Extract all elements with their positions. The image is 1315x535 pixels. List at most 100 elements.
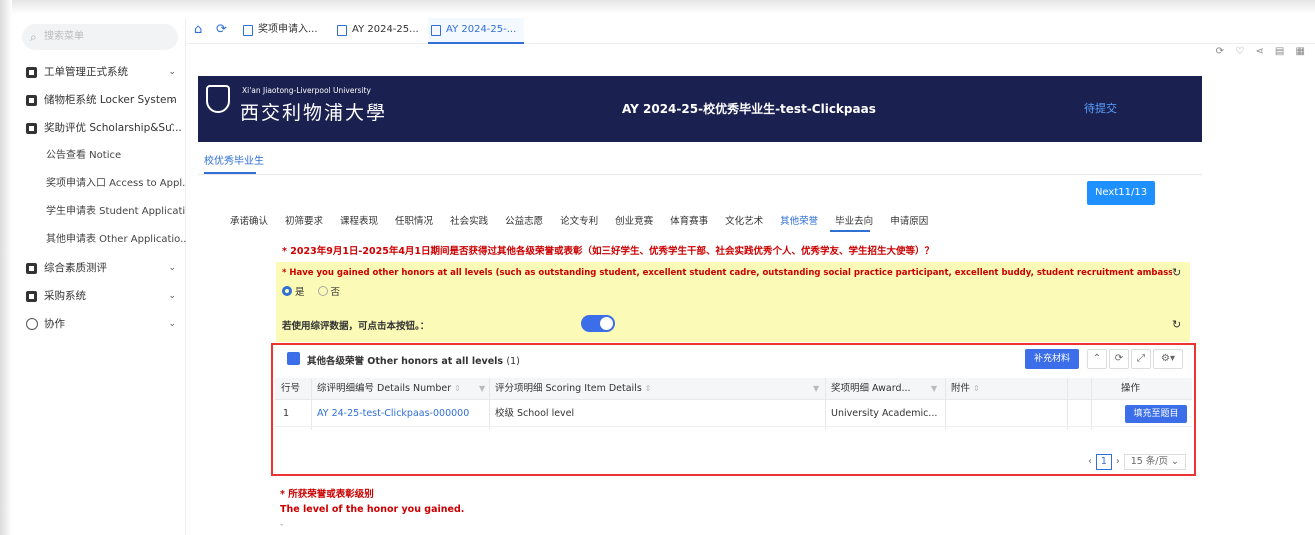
sort-icon[interactable]: ⇕: [454, 384, 461, 393]
sidebar-item-collaboration[interactable]: 协作 ⌄: [14, 310, 186, 338]
sidebar: ⌕ 搜索菜单 工单管理正式系统 ⌄ 储物柜系统 Locker System ⌄ 奖助…: [14, 18, 186, 535]
col-label: 综评明细编号 Details Number: [317, 383, 452, 394]
radio-no-label: 否: [330, 287, 341, 298]
search-icon: ⌕: [30, 30, 37, 44]
step-item[interactable]: 社会实践: [450, 216, 488, 227]
sidebar-item-procurement[interactable]: 采购系统 ⌄: [14, 282, 186, 310]
status-badge: 待提交: [1084, 102, 1117, 115]
step-item[interactable]: 初筛要求: [285, 216, 323, 227]
page-size-select[interactable]: 15 条/页 ⌄: [1123, 454, 1186, 470]
fill-to-question-button[interactable]: 填充至题目: [1125, 405, 1187, 423]
col-award[interactable]: 奖项明细 Award... ▼: [831, 378, 943, 400]
step-item[interactable]: 任职情况: [395, 216, 433, 227]
col-scoring-item[interactable]: 评分项明细 Scoring Item Details ⇕ ▼: [495, 378, 825, 400]
filter-icon[interactable]: ▼: [479, 378, 485, 400]
next-page-icon[interactable]: ›: [1116, 456, 1120, 467]
refresh-icon[interactable]: ↻: [1172, 266, 1181, 279]
col-label: 附件: [951, 383, 971, 394]
honors-table-panel: 其他各级荣誉 Other honors at all levels (1) 补充…: [271, 343, 1196, 476]
radio-unchecked-icon: [317, 286, 328, 296]
collaboration-icon: [26, 318, 38, 330]
divider: [198, 174, 1202, 175]
sort-icon[interactable]: ⇕: [973, 384, 980, 393]
app-icon: [26, 123, 37, 134]
sidebar-item-label: 采购系统: [44, 290, 86, 302]
radio-yes-label: 是: [295, 287, 305, 298]
step-item[interactable]: 毕业去向: [835, 216, 873, 227]
active-step-indicator: [830, 230, 870, 232]
chevron-up-icon: ⌃: [168, 123, 176, 133]
sort-icon[interactable]: ⇕: [645, 384, 652, 393]
step-item[interactable]: 创业竞赛: [615, 216, 653, 227]
window-tools[interactable]: ⟳ ♡ ⋖ ▤ ▦: [1216, 46, 1309, 57]
tab-outstanding-graduate[interactable]: 校优秀毕业生: [204, 152, 264, 167]
use-evaluation-hint: 若使用综评数据，可点击本按钮。：: [282, 321, 430, 332]
step-item[interactable]: 公益志愿: [505, 216, 543, 227]
refresh-icon[interactable]: ⟳: [1109, 349, 1129, 369]
tab-label: AY 2024-25...: [352, 24, 419, 35]
sidebar-subitem-notice[interactable]: 公告查看 Notice: [14, 142, 186, 170]
panel-title: 其他各级荣誉 Other honors at all levels (1): [307, 353, 520, 367]
sidebar-subitem-other-application[interactable]: 其他申请表 Other Applicatio...: [14, 226, 186, 254]
refresh-icon[interactable]: ⟳: [216, 22, 227, 37]
pagination: ‹ 1 › 15 条/页 ⌄: [1088, 454, 1186, 470]
prev-page-icon[interactable]: ‹: [1088, 456, 1092, 467]
chevron-down-icon: ⌄: [168, 67, 176, 77]
chevron-up-icon[interactable]: ⌃: [1087, 349, 1107, 369]
sidebar-item-label: 协作: [44, 318, 65, 330]
fullscreen-icon[interactable]: ⤢: [1131, 349, 1151, 369]
table-header: 行号 综评明细编号 Details Number ⇕ ▼ 评分项明细 Scoring…: [275, 378, 1192, 400]
document-icon: [337, 25, 347, 36]
step-item[interactable]: 论文专利: [560, 216, 598, 227]
step-item[interactable]: 承诺确认: [230, 216, 268, 227]
app-icon: [26, 95, 37, 106]
sidebar-item-evaluation[interactable]: 综合素质测评 ⌄: [14, 254, 186, 282]
menu-search-placeholder: 搜索菜单: [44, 31, 84, 42]
tab-award-entry[interactable]: 奖项申请入...: [240, 18, 318, 44]
filter-icon[interactable]: ▼: [931, 378, 937, 400]
cell-details-number-link[interactable]: AY 24-25-test-Clickpaas-000000: [317, 401, 469, 427]
sidebar-item-scholarship[interactable]: 奖助评优 Scholarship&Su... ⌃: [14, 114, 186, 142]
form-title: AY 2024-25-校优秀毕业生-test-Clickpaas: [622, 102, 876, 116]
menu-search-input[interactable]: ⌕ 搜索菜单: [22, 24, 178, 50]
app-icon: [26, 291, 37, 302]
sidebar-item-locker-system[interactable]: 储物柜系统 Locker System ⌄: [14, 86, 186, 114]
step-item[interactable]: 课程表现: [340, 216, 378, 227]
question-title-cn: * 2023年9月1日-2025年4月1日期间是否获得过其他各级荣誉或表彰（如三…: [282, 246, 935, 257]
col-details-number[interactable]: 综评明细编号 Details Number ⇕ ▼: [317, 378, 487, 400]
chevron-down-icon: ⌄: [168, 291, 176, 301]
sidebar-item-label: 工单管理正式系统: [44, 66, 128, 78]
col-row-number: 行号: [281, 383, 301, 394]
filter-icon[interactable]: ▼: [813, 378, 819, 400]
sidebar-item-ticket-system[interactable]: 工单管理正式系统 ⌄: [14, 58, 186, 86]
tab-ay-2[interactable]: AY 2024-25-...: [428, 18, 524, 44]
settings-icon[interactable]: ⚙▾: [1153, 349, 1183, 369]
cell-row-number: 1: [283, 408, 290, 419]
question-block: * Have you gained other honors at all le…: [276, 262, 1190, 342]
step-item-active[interactable]: 其他荣誉: [780, 216, 818, 227]
sidebar-subitem-student-application[interactable]: 学生申请表 Student Applicati...: [14, 198, 186, 226]
radio-yes[interactable]: 是: [282, 286, 305, 298]
next-button[interactable]: Next11/13: [1087, 181, 1155, 205]
step-item[interactable]: 申请原因: [890, 216, 928, 227]
sidebar-subitem-award-access[interactable]: 奖项申请入口 Access to Appl...: [14, 170, 186, 198]
cell-scoring-item: 校级 School level: [495, 408, 575, 419]
step-nav: 承诺确认 初筛要求 课程表现 任职情况 社会实践 公益志愿 论文专利 创业竞赛 体育赛事 文化艺术…: [230, 213, 945, 229]
sidebar-item-label: 综合素质测评: [44, 262, 107, 274]
step-item[interactable]: 文化艺术: [725, 216, 763, 227]
use-evaluation-toggle[interactable]: [581, 315, 615, 332]
step-item[interactable]: 体育赛事: [670, 216, 708, 227]
honor-level-value: -: [280, 520, 284, 530]
col-actions: 操作: [1121, 383, 1141, 394]
radio-no[interactable]: 否: [317, 286, 341, 298]
app-icon: [26, 67, 37, 78]
university-name-cn: 西交利物浦大學: [240, 102, 388, 124]
col-attachment[interactable]: 附件 ⇕: [951, 378, 1061, 400]
supplement-button[interactable]: 补充材料: [1025, 349, 1079, 369]
page-number-button[interactable]: 1: [1095, 454, 1112, 470]
tab-ay-1[interactable]: AY 2024-25...: [334, 18, 419, 44]
refresh-icon[interactable]: ↻: [1172, 318, 1181, 331]
cell-award: University Academic...: [831, 408, 938, 419]
sidebar-item-label: 奖助评优 Scholarship&Su...: [44, 122, 182, 134]
home-icon[interactable]: ⌂: [194, 22, 202, 37]
